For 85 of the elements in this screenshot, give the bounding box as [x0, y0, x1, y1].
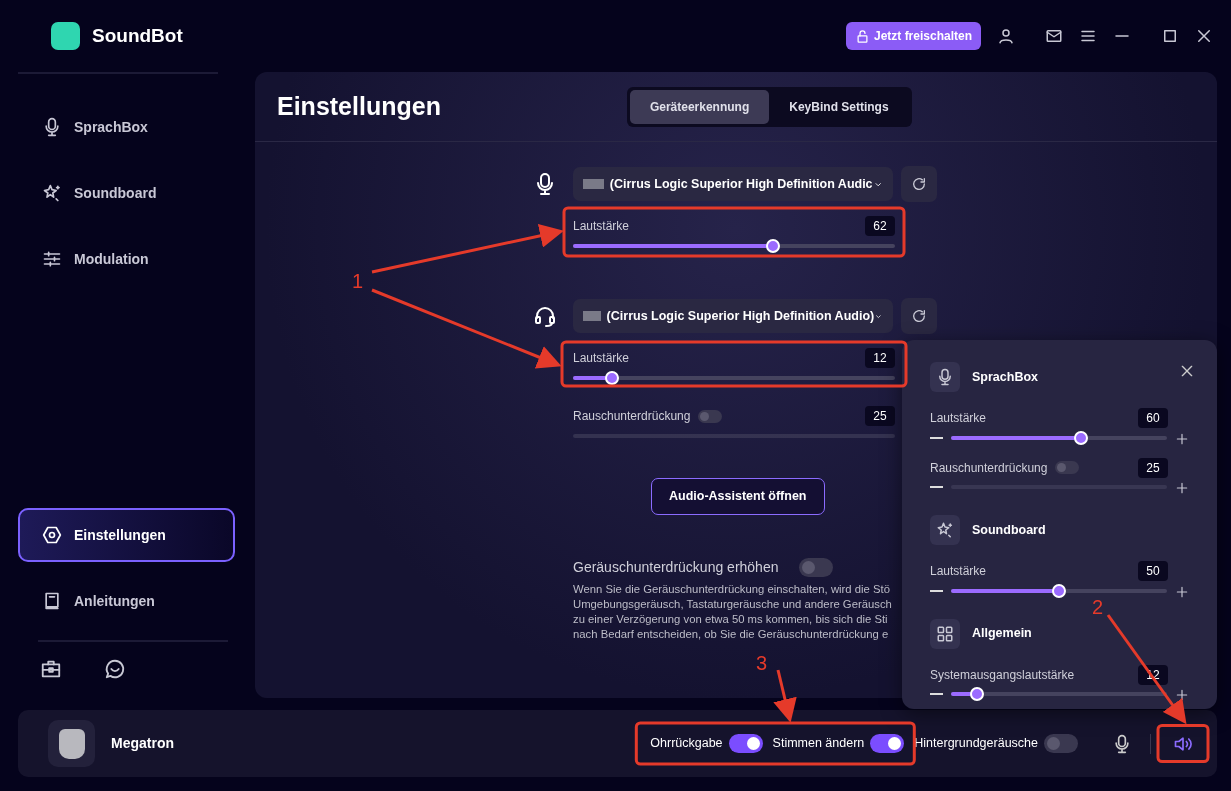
- toggle-label: Stimmen ändern: [772, 735, 865, 753]
- close-icon[interactable]: [1195, 27, 1213, 45]
- headset-icon: [533, 304, 557, 328]
- refresh-button[interactable]: [901, 166, 937, 202]
- minus-button[interactable]: [930, 486, 943, 489]
- slider-label: Lautstärke: [930, 410, 987, 427]
- mail-icon[interactable]: [1045, 27, 1063, 45]
- assistant-button[interactable]: Audio-Assistent öffnen: [651, 478, 825, 515]
- unlock-icon: [854, 28, 870, 44]
- minus-button[interactable]: [930, 589, 943, 592]
- slider-label: Lautstärke: [930, 563, 987, 580]
- sidebar-item[interactable]: Einstellungen: [18, 508, 235, 562]
- callout-arrow: [773, 669, 797, 723]
- toggle-label: Ohrrückgabe: [650, 735, 723, 753]
- toggle-switch[interactable]: [728, 734, 763, 753]
- volume-value: 62: [865, 216, 895, 236]
- volume-value: 12: [865, 348, 895, 368]
- minus-button[interactable]: [930, 693, 943, 696]
- book-icon: [42, 591, 62, 611]
- plus-icon: [1175, 431, 1189, 446]
- description-line: nach Bedarf entscheiden, ob Sie die Geräuschunterdrückung e: [573, 626, 889, 642]
- redacted-block: [583, 179, 604, 189]
- section-title: SprachBox: [972, 368, 1038, 386]
- slider-label: Systemausgangslautstärke: [930, 666, 1075, 684]
- sidebar-item[interactable]: SprachBox: [18, 100, 235, 154]
- slider-value: 25: [1138, 457, 1168, 478]
- noise-label: Rauschunterdrückung: [573, 408, 691, 425]
- slider-thumb[interactable]: [969, 687, 984, 702]
- slider-thumb[interactable]: [765, 239, 780, 253]
- app-logo-icon: [51, 22, 80, 50]
- section-title: Allgemein: [972, 625, 1032, 643]
- highlight-frame: [1156, 724, 1210, 763]
- sidebar-item[interactable]: Anleitungen: [18, 574, 235, 628]
- minus-button[interactable]: [930, 436, 943, 439]
- settings-icon: [42, 525, 62, 545]
- plus-icon: [1175, 481, 1189, 496]
- chat-icon[interactable]: [104, 658, 126, 680]
- unlock-button[interactable]: Jetzt freischalten: [845, 22, 981, 50]
- sparkle-icon: [42, 183, 62, 203]
- device-name: (Cirrus Logic Superior High Definition Audic: [609, 175, 873, 193]
- slider-thumb[interactable]: [1073, 430, 1088, 445]
- slider-value: 60: [1138, 408, 1168, 428]
- redacted-block: [583, 311, 601, 321]
- toggle-switch[interactable]: [799, 557, 833, 577]
- slider-label: Rauschunterdrückung: [930, 459, 1048, 477]
- page-title: Einstellungen: [277, 90, 441, 122]
- toggle-switch[interactable]: [870, 734, 905, 753]
- volume-label: Lautstärke: [573, 350, 630, 367]
- tab[interactable]: Geräteerkennung: [629, 89, 770, 124]
- sliders-icon: [42, 249, 62, 269]
- microphone-icon: [936, 368, 954, 386]
- slider-thumb[interactable]: [1052, 583, 1066, 598]
- refresh-button[interactable]: [901, 298, 937, 334]
- user-icon[interactable]: [997, 27, 1015, 45]
- description-line: Umgebungsgeräusch, Tastaturgeräusche und andere Geräusch: [573, 596, 892, 612]
- device-name: (Cirrus Logic Superior High Definition Audio): [606, 307, 875, 325]
- sidebar-item[interactable]: Soundboard: [18, 166, 235, 220]
- slider-thumb[interactable]: [604, 371, 619, 385]
- app-name: SoundBot: [92, 23, 183, 48]
- device-select[interactable]: (Cirrus Logic Superior High Definition Audio): [573, 299, 893, 333]
- toolbox-icon[interactable]: [40, 658, 62, 680]
- description-line: Wenn Sie die Geräuschunterdrückung einschalten, wird die Stö: [573, 581, 890, 597]
- device-select[interactable]: (Cirrus Logic Superior High Definition Audic: [573, 167, 893, 201]
- user-name: Megatron: [111, 734, 174, 753]
- refresh-icon: [911, 176, 927, 192]
- slider-value: 50: [1138, 561, 1168, 581]
- toggle-switch[interactable]: [1044, 734, 1078, 753]
- microphone-icon: [42, 117, 62, 137]
- grid-icon: [936, 624, 954, 643]
- microphone-icon[interactable]: [1112, 733, 1132, 754]
- refresh-icon: [911, 308, 927, 324]
- section-title: Soundboard: [972, 521, 1046, 539]
- plus-icon: [1175, 584, 1189, 599]
- robot-head-icon: [58, 728, 85, 759]
- callout-number: 2: [1092, 595, 1104, 620]
- maximize-icon[interactable]: [1161, 27, 1179, 45]
- noise-value: 25: [865, 406, 895, 426]
- noise-boost-label: Geräuschunterdrückung erhöhen: [573, 557, 779, 577]
- sidebar-item[interactable]: Modulation: [18, 232, 235, 286]
- sparkle-icon: [936, 521, 954, 539]
- volume-label: Lautstärke: [573, 218, 630, 235]
- tab[interactable]: KeyBind Settings: [769, 89, 909, 124]
- callout-number: 3: [756, 651, 768, 676]
- description-line: zu einer Verzögerung von etwa 50 ms kommen, bis sich die Sti: [573, 611, 888, 627]
- callout-number: 1: [352, 269, 364, 294]
